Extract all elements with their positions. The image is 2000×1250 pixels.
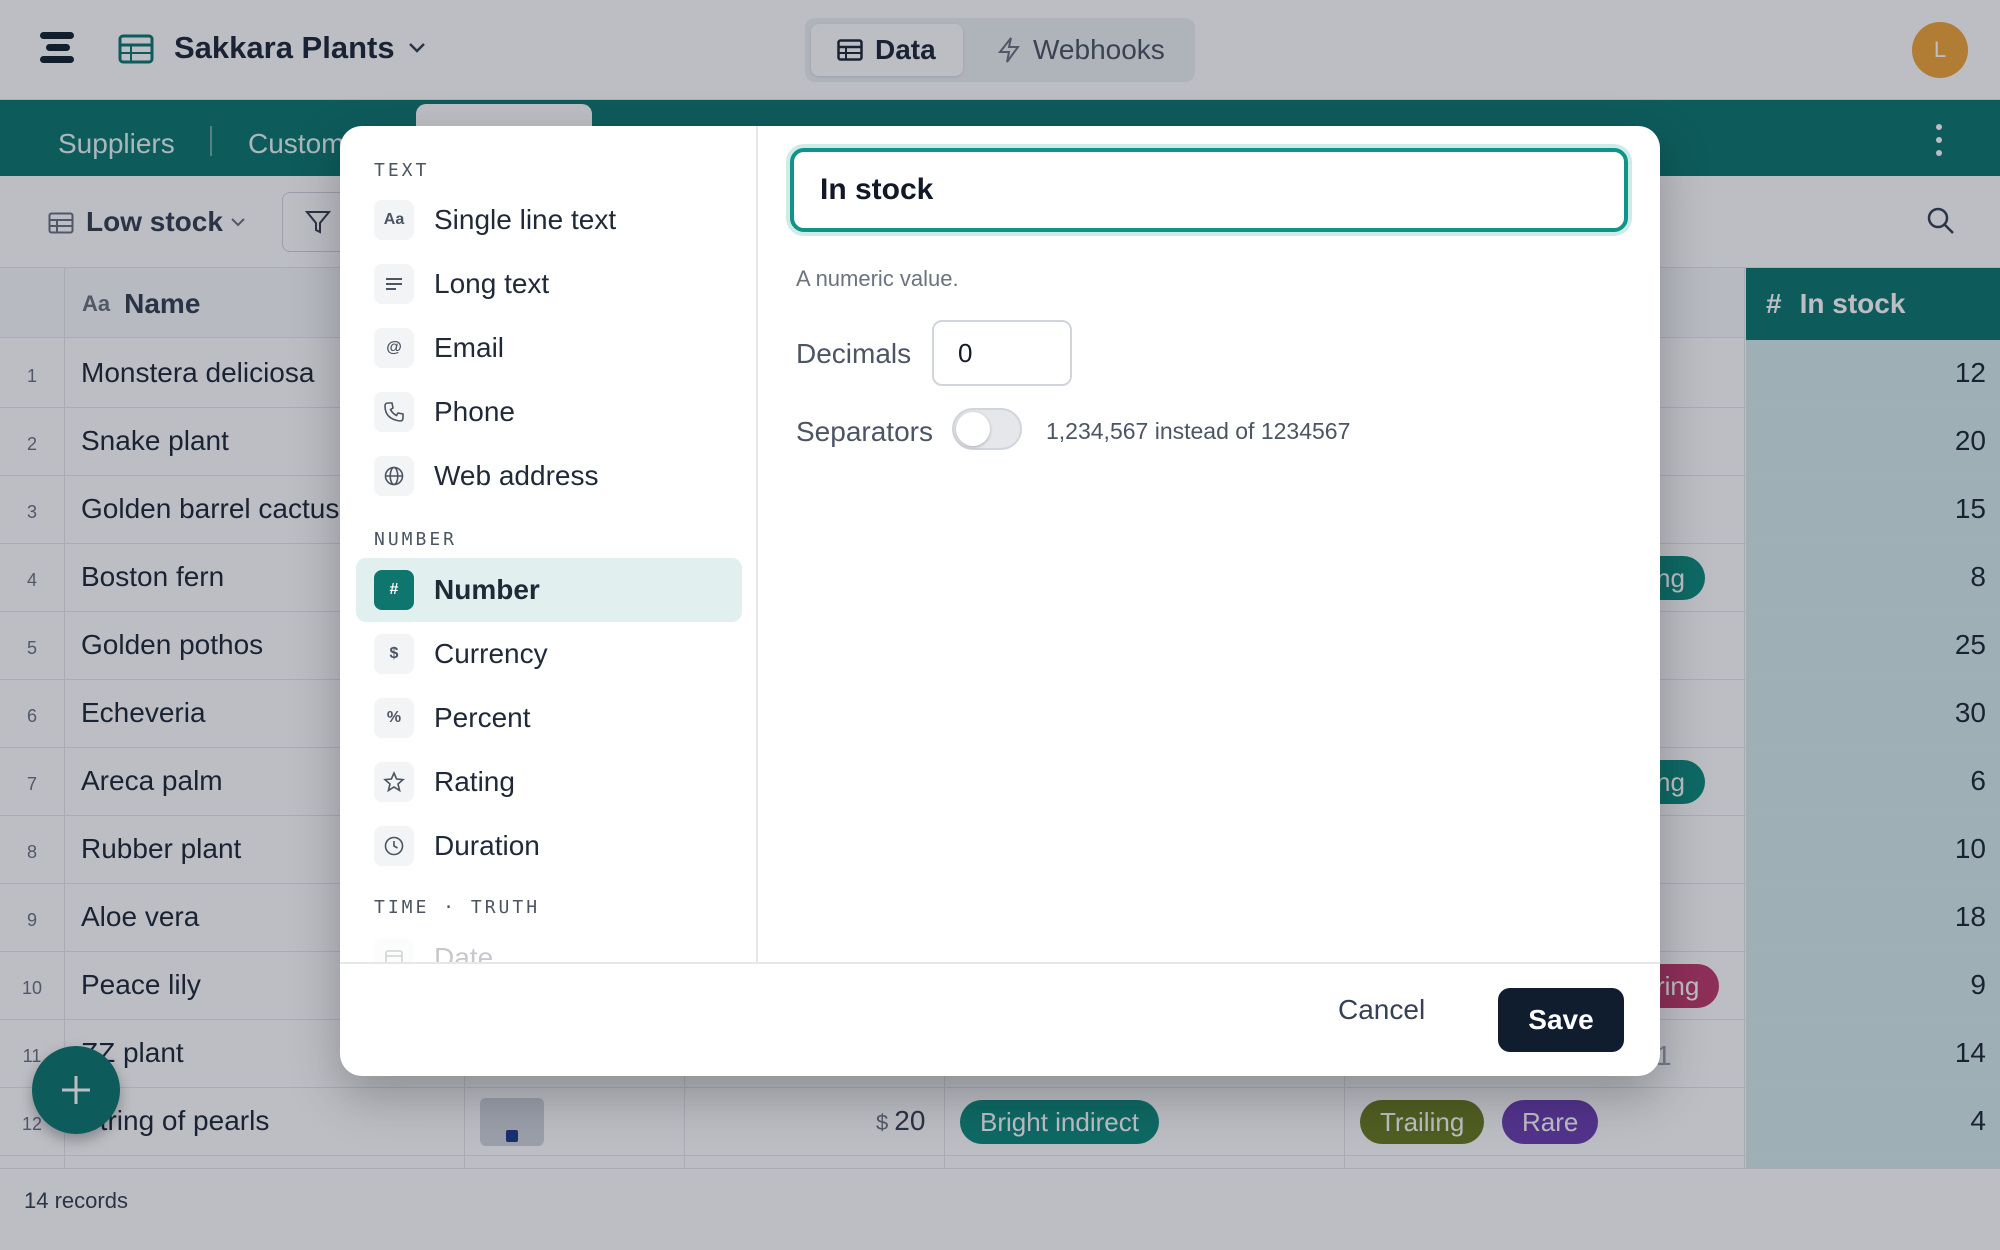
type-label: Single line text: [434, 204, 617, 235]
text-type-icon: Aa: [374, 200, 414, 240]
type-percent[interactable]: % Percent: [356, 686, 742, 750]
type-label: Email: [434, 332, 505, 363]
dollar-icon: $: [374, 634, 414, 674]
type-long-text[interactable]: Long text: [356, 252, 742, 316]
phone-icon: [374, 392, 414, 432]
type-date[interactable]: Date: [356, 926, 742, 962]
type-label: Duration: [434, 830, 540, 861]
type-label: Date: [434, 942, 494, 962]
type-description: A numeric value.: [796, 266, 959, 291]
separators-toggle[interactable]: [952, 408, 1022, 450]
type-label: Long text: [434, 268, 550, 299]
type-phone[interactable]: Phone: [356, 380, 742, 444]
cancel-button[interactable]: Cancel: [1338, 994, 1425, 1026]
type-label: Number: [434, 574, 540, 605]
type-label: Percent: [434, 702, 531, 733]
clock-icon: [374, 826, 414, 866]
type-single-line-text[interactable]: Aa Single line text: [356, 188, 742, 252]
field-editor-dialog: TEXT Aa Single line text Long text @ Ema…: [340, 126, 1660, 1076]
at-icon: @: [374, 328, 414, 368]
type-label: Rating: [434, 766, 515, 797]
section-time-truth: TIME · TRUTH: [374, 897, 541, 918]
save-button[interactable]: Save: [1498, 988, 1624, 1052]
type-email[interactable]: @ Email: [356, 316, 742, 380]
type-web-address[interactable]: Web address: [356, 444, 742, 508]
type-label: Web address: [434, 460, 599, 491]
separators-example: 1,234,567 instead of 1234567: [1046, 418, 1351, 444]
globe-icon: [374, 456, 414, 496]
toggle-knob: [956, 412, 990, 446]
type-label: Phone: [434, 396, 515, 427]
calendar-icon: [374, 938, 414, 962]
dialog-footer: Cancel Save: [340, 962, 1660, 1076]
type-currency[interactable]: $ Currency: [356, 622, 742, 686]
type-number[interactable]: # Number: [356, 558, 742, 622]
hash-icon: #: [374, 570, 414, 610]
section-number: NUMBER: [374, 529, 458, 550]
type-label: Currency: [434, 638, 548, 669]
field-name-input[interactable]: In stock: [790, 148, 1628, 232]
section-text: TEXT: [374, 160, 430, 181]
decimals-input[interactable]: 0: [932, 320, 1072, 386]
separators-label: Separators: [796, 416, 933, 447]
decimals-label: Decimals: [796, 338, 912, 369]
type-rating[interactable]: Rating: [356, 750, 742, 814]
field-type-list: TEXT Aa Single line text Long text @ Ema…: [340, 126, 758, 962]
lines-icon: [374, 264, 414, 304]
type-duration[interactable]: Duration: [356, 814, 742, 878]
percent-icon: %: [374, 698, 414, 738]
star-icon: [374, 762, 414, 802]
